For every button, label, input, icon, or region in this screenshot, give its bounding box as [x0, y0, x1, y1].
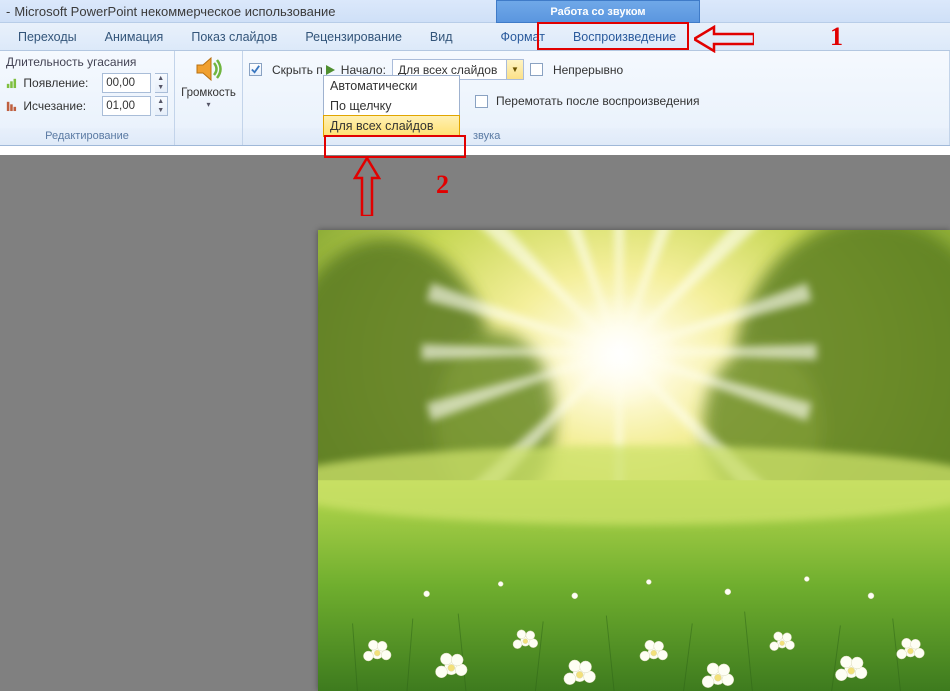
group-volume: Громкость ▾	[175, 51, 243, 145]
title-prefix: -	[6, 4, 10, 19]
contextual-tab-header: Работа со звуком	[496, 0, 700, 23]
volume-label[interactable]: Громкость	[181, 87, 236, 99]
app-title: Microsoft PowerPoint некоммерческое испо…	[14, 4, 335, 19]
ribbon-tabs: Переходы Анимация Показ слайдов Рецензир…	[0, 23, 950, 51]
loop-checkbox[interactable]	[530, 63, 543, 76]
hide-label: Скрыть п	[272, 63, 323, 77]
fade-in-icon	[6, 76, 19, 90]
group-editing-label: Редактирование	[0, 128, 174, 145]
tab-playback[interactable]: Воспроизведение	[559, 23, 690, 51]
fade-spinner-buttons[interactable]: ▲▼	[155, 96, 168, 116]
tab-view[interactable]: Вид	[416, 23, 467, 51]
dropdown-item-auto[interactable]: Автоматически	[324, 76, 459, 96]
volume-dropdown-arrow[interactable]: ▾	[206, 100, 210, 109]
ribbon: Длительность угасания Появление: 00,00 ▲…	[0, 51, 950, 146]
fade-out-icon	[6, 99, 19, 113]
start-dropdown-list: Автоматически По щелчку Для всех слайдов	[323, 75, 460, 137]
dropdown-item-click[interactable]: По щелчку	[324, 96, 459, 116]
tab-slideshow[interactable]: Показ слайдов	[177, 23, 291, 51]
annotation-number-2: 2	[436, 170, 449, 200]
tab-format[interactable]: Формат	[487, 23, 559, 51]
tab-transitions[interactable]: Переходы	[4, 23, 91, 51]
fade-spinner[interactable]: 01,00	[102, 96, 150, 116]
group-audio-options: Скрыть п Начало: Для всех слайдов ▼ Непр…	[243, 51, 950, 145]
loop-label: Непрерывно	[553, 63, 623, 77]
slide[interactable]	[318, 230, 950, 691]
rewind-label: Перемотать после воспроизведения	[496, 94, 699, 108]
slide-canvas-area	[0, 155, 950, 691]
combo-arrow-icon[interactable]: ▼	[506, 60, 523, 79]
appear-spinner-buttons[interactable]: ▲▼	[155, 73, 168, 93]
contextual-tab-label: Работа со звуком	[550, 6, 645, 18]
hide-checkbox[interactable]	[249, 63, 262, 76]
group-volume-spacer	[175, 128, 242, 145]
annotation-number-1: 1	[830, 22, 843, 52]
volume-icon[interactable]	[193, 53, 225, 85]
fade-duration-title: Длительность угасания	[6, 55, 168, 69]
slide-image	[318, 230, 950, 691]
appear-spinner[interactable]: 00,00	[102, 73, 150, 93]
tab-animation[interactable]: Анимация	[91, 23, 178, 51]
title-bar: - Microsoft PowerPoint некоммерческое ис…	[0, 0, 950, 23]
tab-review[interactable]: Рецензирование	[291, 23, 416, 51]
appear-label: Появление:	[23, 76, 98, 90]
rewind-checkbox[interactable]	[475, 95, 488, 108]
fade-label: Исчезание:	[23, 99, 98, 113]
dropdown-item-all-slides[interactable]: Для всех слайдов	[323, 115, 460, 137]
group-editing: Длительность угасания Появление: 00,00 ▲…	[0, 51, 175, 145]
